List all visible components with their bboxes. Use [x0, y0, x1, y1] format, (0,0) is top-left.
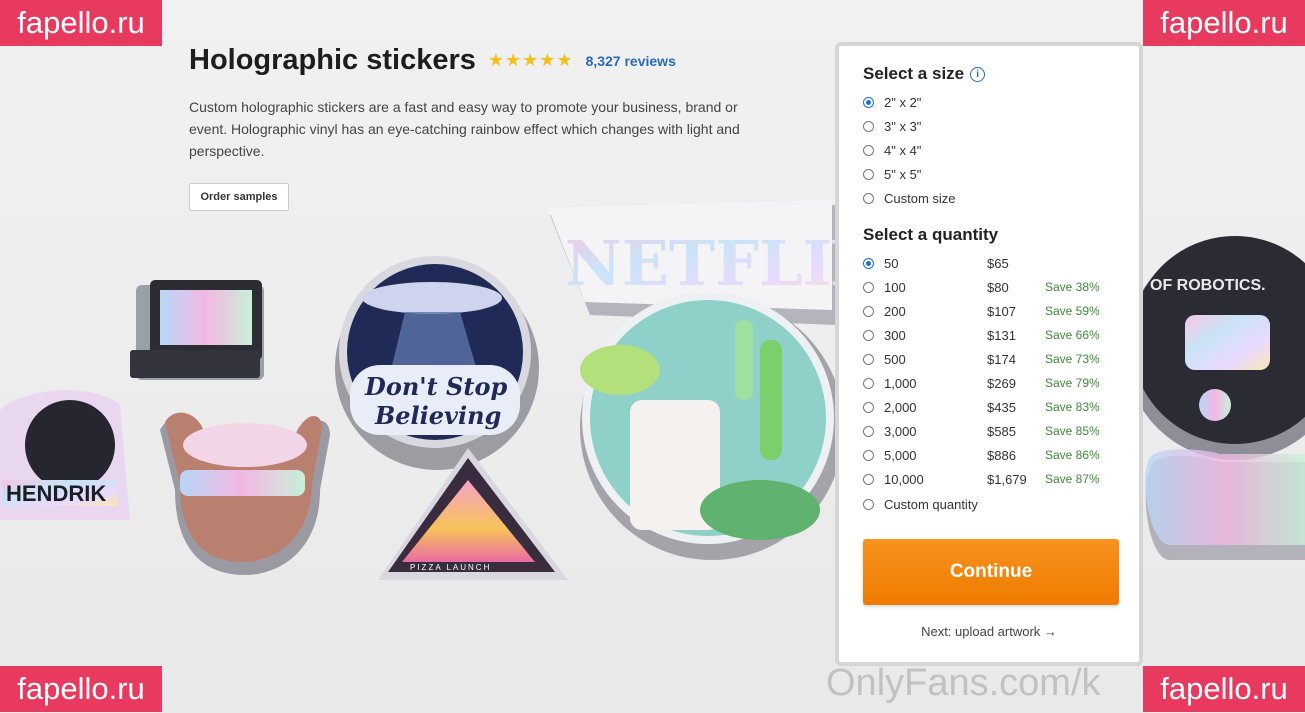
quantity-option[interactable]: 200 $107 Save 59%	[863, 302, 1100, 320]
size-section-title: Select a size i	[863, 64, 986, 84]
quantity-radio[interactable]	[863, 401, 874, 413]
size-option-label: Custom size	[884, 190, 956, 206]
quantity-option[interactable]: 10,000 $1,679 Save 87%	[863, 470, 1100, 488]
quantity-savings: Save 66%	[1045, 328, 1100, 342]
hendrik-sticker: HENDRIK	[0, 390, 130, 520]
controller-sticker	[1145, 449, 1305, 560]
cactus-sticker	[580, 292, 844, 560]
size-radio[interactable]	[863, 192, 874, 204]
quantity-radio[interactable]	[863, 281, 874, 293]
quantity-amount: 300	[884, 327, 906, 343]
info-icon[interactable]: i	[970, 67, 986, 83]
watermark-top-left: fapello.ru	[0, 0, 162, 46]
quantity-savings: Save 87%	[1045, 472, 1100, 486]
dont-stop-text-2: Believing	[374, 401, 501, 430]
next-step-hint: Next: upload artwork →	[921, 624, 1057, 639]
quantity-savings: Save 86%	[1045, 448, 1100, 462]
quantity-radio[interactable]	[863, 305, 874, 317]
quantity-amount: 200	[884, 303, 906, 319]
quantity-radio[interactable]	[863, 473, 874, 485]
quantity-radio-custom[interactable]	[863, 498, 874, 510]
size-option[interactable]: 5" x 5"	[863, 165, 921, 183]
quantity-savings: Save 83%	[1045, 400, 1100, 414]
pizza-launch-text: PIZZA LAUNCH	[410, 563, 491, 572]
product-header: Holographic stickers ★★★★★ 8,327 reviews	[189, 44, 676, 77]
quantity-savings: Save 59%	[1045, 304, 1100, 318]
quantity-radio[interactable]	[863, 377, 874, 389]
quantity-savings: Save 38%	[1045, 280, 1100, 294]
quantity-price: $65	[987, 255, 1009, 271]
quantity-option-custom[interactable]: Custom quantity	[863, 495, 978, 513]
hendrik-text: HENDRIK	[6, 481, 106, 506]
quantity-amount: 3,000	[884, 423, 917, 439]
quantity-price: $107	[987, 303, 1016, 319]
quantity-option[interactable]: 3,000 $585 Save 85%	[863, 422, 1100, 440]
quantity-price: $886	[987, 447, 1016, 463]
size-option-label: 4" x 4"	[884, 142, 922, 158]
quantity-option[interactable]: 50 $65	[863, 254, 1045, 272]
quantity-section-title: Select a quantity	[863, 225, 999, 244]
netflix-text: NETFLIX	[565, 227, 881, 300]
page-title: Holographic stickers	[189, 44, 476, 76]
donkey-sticker	[160, 412, 330, 575]
quantity-price: $435	[987, 399, 1016, 415]
size-radio[interactable]	[863, 144, 874, 156]
size-title: Select a size	[863, 64, 965, 83]
order-panel: Select a size i 2" x 2" 3" x 3" 4" x 4" 5" x…	[835, 42, 1143, 666]
watermark-bottom-left: fapello.ru	[0, 666, 162, 712]
quantity-price: $174	[987, 351, 1016, 367]
size-radio[interactable]	[863, 96, 874, 108]
quantity-option[interactable]: 300 $131 Save 66%	[863, 326, 1100, 344]
size-option[interactable]: 3" x 3"	[863, 117, 921, 135]
star-rating-icon: ★★★★★	[487, 50, 574, 70]
size-option[interactable]: Custom size	[863, 189, 956, 207]
dont-stop-text-1: Don't Stop	[364, 372, 507, 401]
quantity-radio[interactable]	[863, 353, 874, 365]
quantity-amount: 2,000	[884, 399, 917, 415]
size-option-label: 5" x 5"	[884, 166, 922, 182]
robotics-sticker: OF ROBOTICS.	[1125, 236, 1305, 460]
computer-sticker	[130, 280, 264, 380]
quantity-amount: 5,000	[884, 447, 917, 463]
quantity-option[interactable]: 2,000 $435 Save 83%	[863, 398, 1100, 416]
watermark-bottom-right: fapello.ru	[1143, 666, 1305, 712]
quantity-amount: 1,000	[884, 375, 917, 391]
onlyfans-watermark: OnlyFans.com/k	[826, 662, 1101, 704]
quantity-price: $131	[987, 327, 1016, 343]
quantity-radio[interactable]	[863, 257, 874, 269]
size-option[interactable]: 4" x 4"	[863, 141, 921, 159]
quantity-amount: 50	[884, 255, 899, 271]
size-radio[interactable]	[863, 120, 874, 132]
quantity-amount: 100	[884, 279, 906, 295]
quantity-price: $1,679	[987, 471, 1027, 487]
quantity-price: $269	[987, 375, 1016, 391]
ufo-sticker: Don't Stop Believing	[335, 256, 539, 470]
quantity-option[interactable]: 5,000 $886 Save 86%	[863, 446, 1100, 464]
continue-button[interactable]: Continue	[863, 539, 1119, 605]
order-samples-button[interactable]: Order samples	[189, 183, 289, 211]
quantity-radio[interactable]	[863, 425, 874, 437]
product-description: Custom holographic stickers are a fast a…	[189, 99, 740, 159]
size-option[interactable]: 2" x 2"	[863, 93, 921, 111]
robotics-text: OF ROBOTICS.	[1150, 277, 1266, 294]
quantity-price: $80	[987, 279, 1009, 295]
quantity-option[interactable]: 500 $174 Save 73%	[863, 350, 1100, 368]
quantity-savings: Save 85%	[1045, 424, 1100, 438]
quantity-radio[interactable]	[863, 329, 874, 341]
watermark-top-right: fapello.ru	[1143, 0, 1305, 46]
quantity-amount: 500	[884, 351, 906, 367]
quantity-price: $585	[987, 423, 1016, 439]
size-radio[interactable]	[863, 168, 874, 180]
quantity-option[interactable]: 1,000 $269 Save 79%	[863, 374, 1100, 392]
quantity-savings: Save 73%	[1045, 352, 1100, 366]
size-option-label: 3" x 3"	[884, 118, 922, 134]
size-option-label: 2" x 2"	[884, 94, 922, 110]
reviews-link[interactable]: 8,327 reviews	[586, 53, 676, 69]
quantity-savings: Save 79%	[1045, 376, 1100, 390]
pizza-sticker: PIZZA LAUNCH	[378, 448, 568, 580]
quantity-option[interactable]: 100 $80 Save 38%	[863, 278, 1100, 296]
quantity-radio[interactable]	[863, 449, 874, 461]
quantity-amount: 10,000	[884, 471, 924, 487]
quantity-custom-label: Custom quantity	[884, 496, 978, 512]
